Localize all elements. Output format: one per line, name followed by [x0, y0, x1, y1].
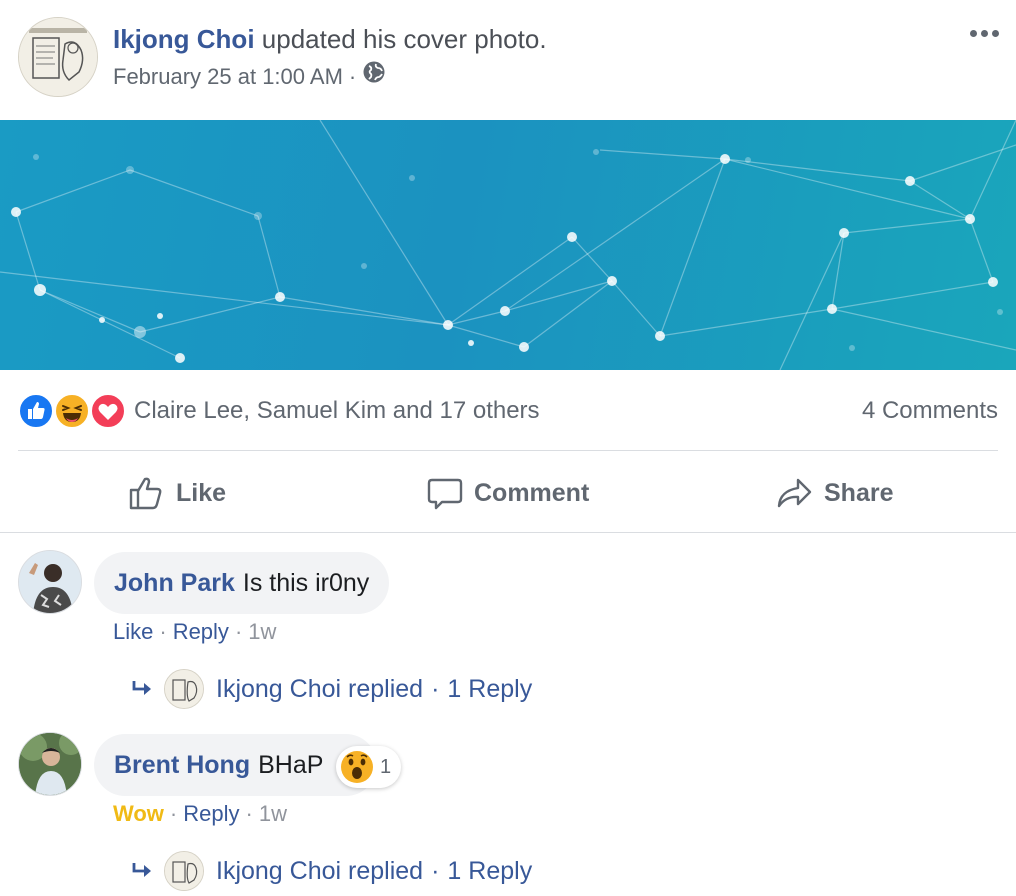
replier-avatar — [164, 851, 204, 891]
replier-name: Ikjong Choi — [216, 856, 342, 885]
reaction-count: 1 — [380, 755, 392, 778]
post-action-bar: Like Comment Share — [0, 460, 1016, 526]
author-name-link[interactable]: Ikjong Choi — [113, 24, 255, 54]
divider — [18, 450, 998, 451]
comment-like-link[interactable]: Like — [113, 619, 153, 644]
thumbs-up-icon — [129, 477, 162, 510]
cover-photo[interactable] — [0, 120, 1016, 370]
meta-separator: · — [348, 63, 357, 89]
post-timestamp[interactable]: February 25 at 1:00 AM — [113, 61, 343, 93]
reply-arrow-icon — [132, 863, 151, 877]
share-button[interactable]: Share — [776, 460, 893, 526]
comment-time[interactable]: 1w — [248, 619, 276, 644]
love-reaction-icon — [90, 393, 126, 429]
comment-reply-link[interactable]: Reply — [173, 619, 229, 644]
dot-icon — [969, 29, 977, 37]
replier-avatar — [164, 669, 204, 709]
comment-reaction-badge[interactable]: 1 — [336, 746, 402, 788]
reply-count: 1 Reply — [447, 856, 533, 885]
reaction-icons[interactable] — [18, 393, 128, 429]
like-reaction-icon — [18, 393, 54, 429]
post-header: Ikjong Choi updated his cover photo. Feb… — [0, 0, 1016, 120]
more-options-button[interactable] — [964, 18, 1004, 48]
comment-time[interactable]: 1w — [259, 801, 287, 826]
reply-arrow-icon — [132, 681, 151, 695]
view-replies-link[interactable]: Ikjong Choi replied · 1 Reply — [130, 669, 532, 709]
post-meta: February 25 at 1:00 AM · — [113, 60, 386, 93]
replied-verb: replied — [348, 674, 424, 703]
comment-actions: Wow · Reply · 1w — [113, 801, 287, 826]
like-button[interactable]: Like — [128, 460, 226, 526]
post-title-line: Ikjong Choi updated his cover photo. — [113, 22, 547, 56]
comment-icon — [427, 478, 463, 510]
divider — [0, 532, 1016, 533]
comment-button-label: Comment — [474, 478, 590, 507]
view-replies-link[interactable]: Ikjong Choi replied · 1 Reply — [130, 851, 532, 891]
replier-name: Ikjong Choi — [216, 674, 342, 703]
network-pattern — [0, 120, 1016, 370]
share-arrow-icon — [777, 478, 812, 508]
replied-verb: replied — [348, 856, 424, 885]
globe-icon[interactable] — [362, 60, 386, 93]
comment-bubble: John Park Is this ir0ny — [94, 552, 390, 614]
comment-wow-link[interactable]: Wow — [113, 801, 164, 826]
comment-bubble: Brent Hong BHaP — [94, 734, 378, 796]
dot-icon — [991, 29, 999, 37]
commenter-name-link[interactable]: Brent Hong — [114, 751, 250, 780]
commenter-avatar[interactable] — [18, 732, 82, 796]
comment-text: BHaP — [258, 750, 324, 779]
comment-text: Is this ir0ny — [242, 568, 370, 597]
dot-icon — [980, 29, 988, 37]
commenter-avatar[interactable] — [18, 550, 82, 614]
comments-count-link[interactable]: 4 Comments — [862, 394, 998, 428]
reactions-summary: Claire Lee, Samuel Kim and 17 others 4 C… — [18, 388, 998, 434]
like-button-label: Like — [176, 478, 227, 507]
comment-actions: Like · Reply · 1w — [113, 619, 277, 644]
wow-reaction-icon — [341, 751, 373, 783]
share-button-label: Share — [824, 478, 894, 507]
comment-button[interactable]: Comment — [426, 460, 589, 526]
post-action-text: updated his cover photo. — [261, 24, 547, 54]
comment-reply-link[interactable]: Reply — [183, 801, 239, 826]
haha-reaction-icon — [54, 393, 90, 429]
reply-count: 1 Reply — [447, 674, 533, 703]
author-avatar[interactable] — [18, 17, 98, 97]
commenter-name-link[interactable]: John Park — [114, 569, 235, 598]
reactors-text[interactable]: Claire Lee, Samuel Kim and 17 others — [134, 394, 540, 428]
